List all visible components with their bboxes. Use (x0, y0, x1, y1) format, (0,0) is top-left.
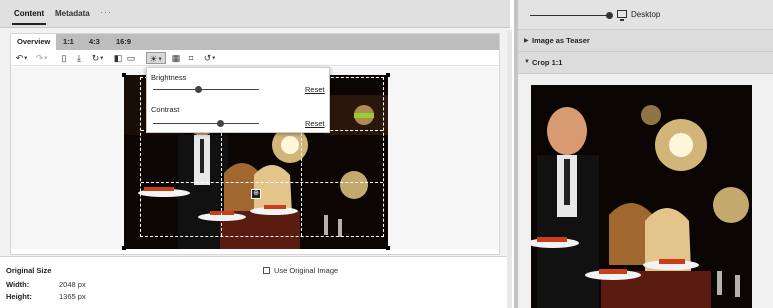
scrollbar[interactable] (507, 30, 512, 308)
original-size-title: Original Size (6, 266, 52, 275)
reset-icon[interactable]: ↺▼ (201, 52, 219, 64)
use-original-label: Use Original Image (274, 266, 339, 275)
tab-ratio-16-9[interactable]: 16:9 (110, 34, 137, 50)
contrast-knob[interactable] (217, 120, 225, 127)
section-title: Crop 1:1 (532, 58, 563, 67)
crop-preview-image (531, 85, 752, 308)
crop-handle-top-right[interactable] (386, 73, 390, 77)
desktop-icon (617, 10, 627, 21)
width-label: Width: (6, 280, 30, 289)
more-icon[interactable]: ··· (100, 7, 112, 17)
redo-icon[interactable]: ↷▼ (34, 52, 50, 64)
use-original-checkbox[interactable]: Use Original Image (263, 266, 338, 275)
download-icon[interactable]: ⤓ (73, 52, 85, 64)
contrast-slider[interactable] (153, 120, 259, 127)
adjust-popover: Brightness Reset Contrast Reset (146, 67, 330, 133)
chevron-right-icon: ▶ (524, 38, 529, 44)
height-label: Height: (6, 292, 32, 301)
device-bar: Desktop (518, 0, 773, 30)
section-crop-1-1[interactable]: ▼ Crop 1:1 (518, 52, 773, 74)
contrast-reset-link[interactable]: Reset (305, 119, 325, 128)
height-value: 1365 px (59, 292, 86, 301)
device-label: Desktop (631, 10, 661, 19)
delete-icon[interactable]: ▯ (59, 52, 69, 64)
width-value: 2048 px (59, 280, 86, 289)
brightness-slider[interactable] (153, 86, 259, 93)
tab-ratio-1-1[interactable]: 1:1 (57, 34, 80, 50)
crop-handle-bottom-right[interactable] (386, 246, 390, 250)
settings-icon[interactable]: ▭ (125, 52, 137, 64)
device-slider-knob[interactable] (606, 12, 613, 19)
compare-icon[interactable]: ◧ (113, 52, 123, 64)
top-tab-bar: Content Metadata ··· (0, 0, 510, 28)
brightness-knob[interactable] (194, 86, 202, 93)
tab-metadata[interactable]: Metadata (55, 9, 90, 18)
crop-handle-top-left[interactable] (122, 73, 126, 77)
preview-pane: Desktop ▶ Image as Teaser ▼ Crop 1:1 (518, 0, 773, 308)
original-size-panel: Original Size Width: 2048 px Height: 136… (0, 256, 510, 308)
brightness-reset-link[interactable]: Reset (305, 85, 325, 94)
tab-content[interactable]: Content (11, 9, 47, 25)
crop-icon[interactable]: ⌗ (185, 52, 197, 64)
brightness-label: Brightness (151, 73, 187, 82)
section-image-as-teaser[interactable]: ▶ Image as Teaser (518, 30, 773, 52)
section-title: Image as Teaser (532, 36, 590, 45)
tab-overview[interactable]: Overview (11, 34, 57, 50)
aspect-ratio-tabs: Overview 1:1 4:3 16:9 (11, 34, 499, 50)
contrast-label: Contrast (151, 105, 180, 114)
brightness-icon[interactable]: ☀▼ (146, 52, 166, 64)
editor-toolbar: ↶▼ ↷▼ ▯ ⤓ ↻▼ ◧ ▭ ☀▼ ▦ ⌗ ↺▼ (11, 50, 499, 66)
tab-ratio-4-3[interactable]: 4:3 (83, 34, 106, 50)
image-editor: Overview 1:1 4:3 16:9 ↶▼ ↷▼ ▯ ⤓ ↻▼ ◧ ▭ ☀… (10, 33, 500, 255)
grid-icon[interactable]: ▦ (171, 52, 181, 64)
crop-handle-bottom-left[interactable] (122, 246, 126, 250)
device-slider[interactable] (530, 15, 610, 16)
editor-pane: Content Metadata ··· Overview 1:1 4:3 16… (0, 0, 512, 308)
focus-point-icon[interactable]: ⊕ (251, 189, 261, 199)
checkbox-icon[interactable] (263, 267, 270, 274)
rotate-icon[interactable]: ↻▼ (89, 52, 107, 64)
undo-icon[interactable]: ↶▼ (14, 52, 30, 64)
chevron-down-icon: ▼ (524, 59, 530, 65)
